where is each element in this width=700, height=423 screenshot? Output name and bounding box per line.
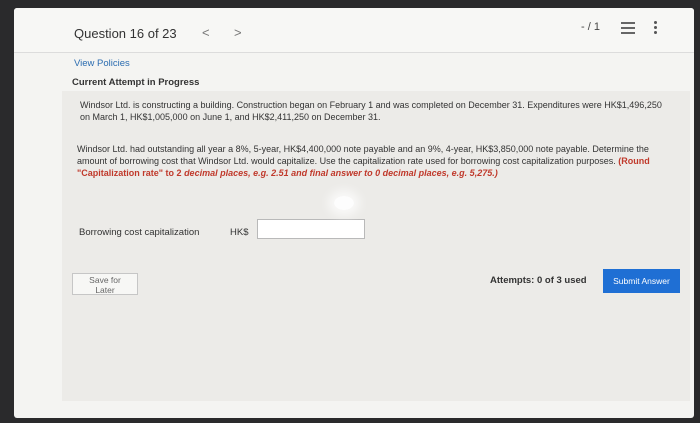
- borrowing-cost-input[interactable]: [257, 219, 365, 239]
- question-header: Question 16 of 23 < > - / 1: [14, 8, 694, 53]
- attempts-counter: Attempts: 0 of 3 used: [490, 275, 587, 286]
- save-for-later-button[interactable]: Save for Later: [72, 273, 138, 295]
- screen-glare: [334, 196, 354, 210]
- question-paragraph-1: Windsor Ltd. is constructing a building.…: [80, 100, 662, 122]
- submit-answer-button[interactable]: Submit Answer: [603, 269, 680, 293]
- question-list-icon[interactable]: [621, 22, 635, 34]
- view-policies-link[interactable]: View Policies: [74, 58, 130, 69]
- next-question-chevron-icon[interactable]: >: [234, 25, 242, 40]
- app-window: Question 16 of 23 < > - / 1 View Policie…: [14, 8, 694, 418]
- question-paragraph-2-text: Windsor Ltd. had outstanding all year a …: [77, 144, 649, 166]
- currency-label: HK$: [230, 227, 249, 238]
- question-panel: Windsor Ltd. is constructing a building.…: [62, 91, 690, 401]
- attempt-status: Current Attempt in Progress: [72, 77, 200, 88]
- question-paragraph-2: Windsor Ltd. had outstanding all year a …: [77, 143, 667, 179]
- answer-label: Borrowing cost capitalization: [79, 227, 200, 238]
- rounding-instruction: decimal places, e.g. 2.51 and final answ…: [184, 168, 498, 178]
- previous-question-chevron-icon[interactable]: <: [202, 25, 210, 40]
- more-options-icon[interactable]: [654, 19, 657, 36]
- question-counter: Question 16 of 23: [74, 26, 177, 41]
- question-score: - / 1: [581, 21, 600, 33]
